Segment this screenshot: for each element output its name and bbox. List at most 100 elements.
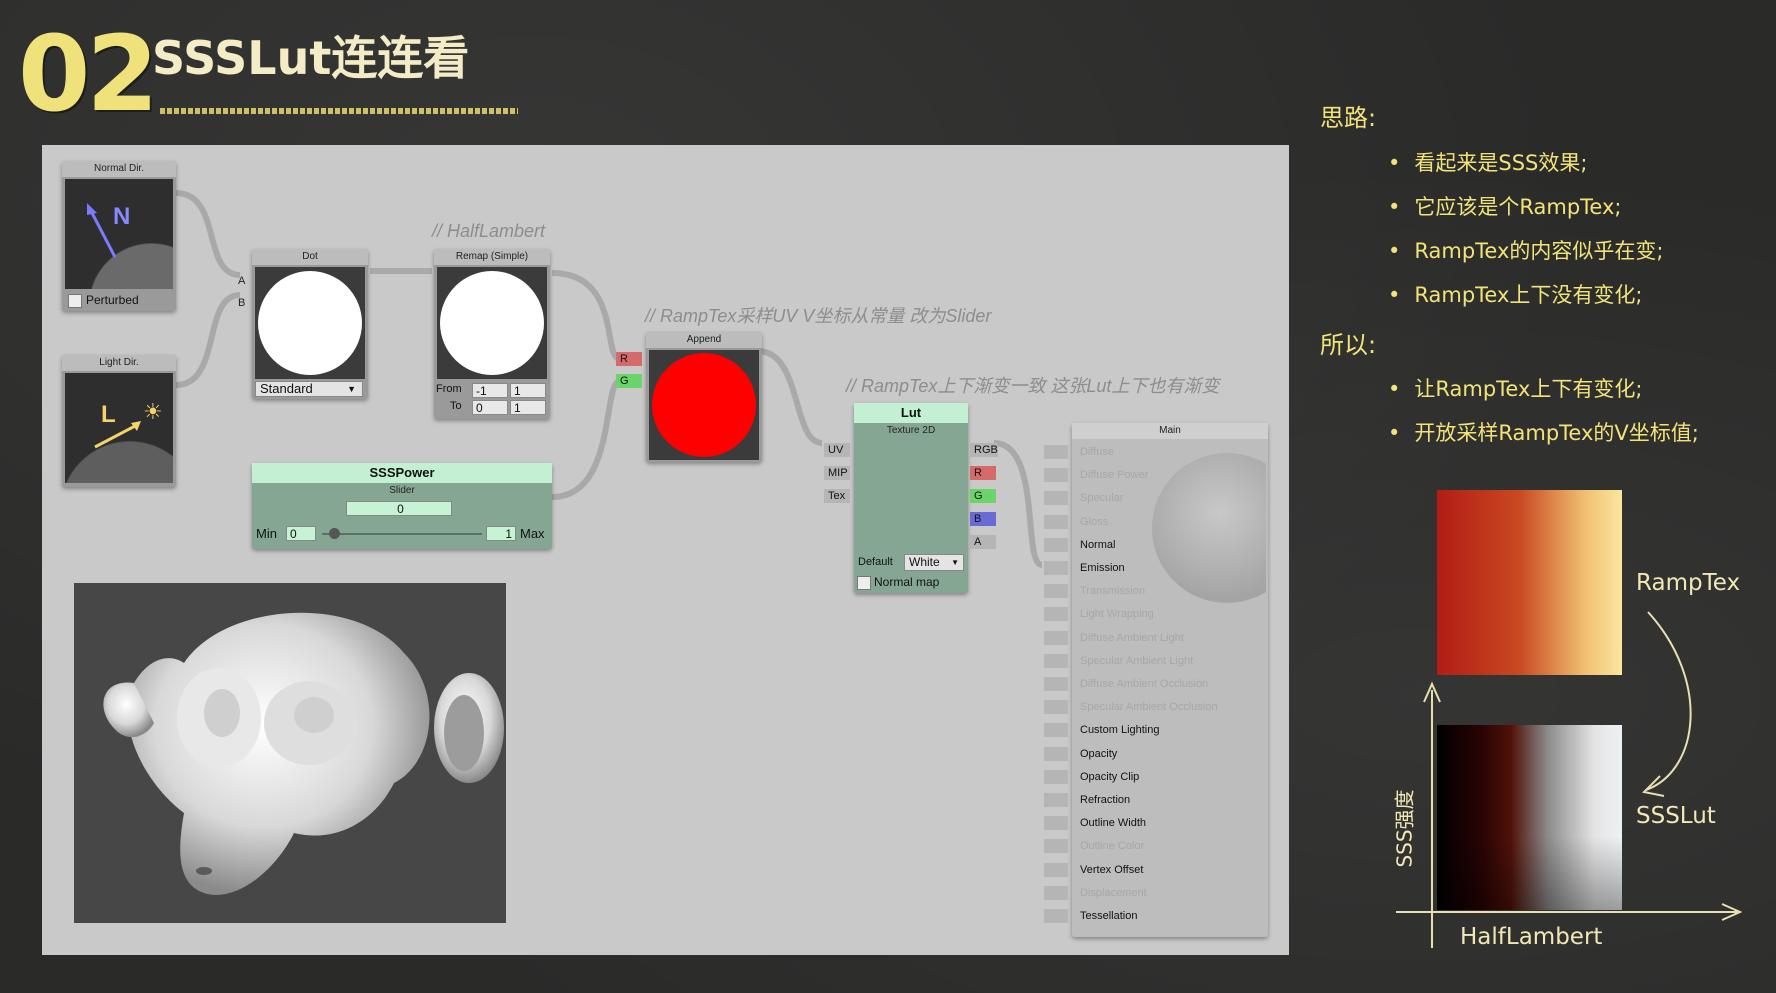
lut-default-dropdown[interactable]: White ▼ bbox=[904, 554, 964, 571]
dot-port-b[interactable]: B bbox=[238, 297, 245, 309]
input-port[interactable] bbox=[1044, 793, 1068, 807]
ssspower-slider-track[interactable] bbox=[322, 533, 482, 535]
x-axis-label: HalfLambert bbox=[1460, 924, 1603, 950]
main-input-opacity[interactable]: Opacity bbox=[1044, 743, 1268, 766]
node-title: Normal Dir. bbox=[62, 161, 176, 177]
main-input-label: Outline Width bbox=[1080, 817, 1147, 830]
main-node[interactable]: Main Diffuse Diffuse Power Specular Gloss No… bbox=[1044, 423, 1268, 937]
bullet-text: 它应该是个RampTex; bbox=[1414, 195, 1622, 219]
light-dir-node[interactable]: Light Dir. L ☀ bbox=[62, 355, 176, 487]
input-port[interactable] bbox=[1044, 909, 1068, 923]
lut-port-uv[interactable]: UV bbox=[824, 443, 850, 457]
bullet-text: 开放采样RampTex的V坐标值; bbox=[1414, 421, 1699, 445]
normal-map-checkbox[interactable] bbox=[857, 576, 871, 590]
remap-from-min[interactable]: -1 bbox=[472, 383, 508, 398]
input-port[interactable] bbox=[1044, 584, 1068, 599]
main-input-diffuse-power[interactable]: Diffuse Power bbox=[1044, 464, 1268, 487]
red-sphere bbox=[652, 353, 756, 457]
normal-dir-node[interactable]: Normal Dir. N Perturbed bbox=[62, 161, 176, 311]
input-port[interactable] bbox=[1044, 723, 1068, 738]
input-port[interactable] bbox=[1044, 839, 1068, 854]
notes-bullet: • 让RampTex上下有变化; bbox=[1388, 377, 1643, 401]
light-arrow-icon bbox=[94, 421, 141, 449]
remap-from-max[interactable]: 1 bbox=[510, 383, 546, 398]
remap-node[interactable]: Remap (Simple) From -1 1 To 0 1 bbox=[434, 249, 550, 419]
ssspower-slider-handle[interactable] bbox=[329, 528, 340, 539]
main-input-specular-ambient-occlusion[interactable]: Specular Ambient Occlusion bbox=[1044, 696, 1268, 719]
lut-out-b[interactable]: B bbox=[970, 512, 996, 526]
lut-out-g[interactable]: G bbox=[970, 489, 996, 503]
remap-to-max[interactable]: 1 bbox=[510, 400, 546, 415]
lut-node[interactable]: Lut Texture 2D UV MIP Tex RGB R G B A De… bbox=[824, 403, 998, 593]
append-node[interactable]: Append R G bbox=[616, 332, 762, 462]
node-editor-canvas[interactable]: // HalfLambert // RampTex采样UV V坐标从常量 改为S… bbox=[42, 145, 1289, 955]
main-input-transmission[interactable]: Transmission bbox=[1044, 580, 1268, 603]
append-port-g[interactable]: G bbox=[616, 374, 642, 388]
lut-port-tex[interactable]: Tex bbox=[824, 489, 850, 503]
main-input-light-wrapping[interactable]: Light Wrapping bbox=[1044, 603, 1268, 626]
perturbed-checkbox[interactable] bbox=[68, 294, 82, 308]
lut-default-label: Default bbox=[858, 556, 893, 568]
main-input-emission[interactable]: Emission bbox=[1044, 557, 1268, 580]
node-title: Main bbox=[1072, 423, 1268, 439]
input-port[interactable] bbox=[1044, 630, 1068, 645]
ssslut-vertical-fade bbox=[1437, 725, 1622, 910]
main-input-normal[interactable]: Normal bbox=[1044, 534, 1268, 557]
main-input-vertex-offset[interactable]: Vertex Offset bbox=[1044, 859, 1268, 882]
dot-node[interactable]: Dot A B Standard ▼ bbox=[238, 249, 368, 399]
input-port[interactable] bbox=[1044, 862, 1068, 877]
lut-out-r[interactable]: R bbox=[970, 466, 996, 480]
append-port-r[interactable]: R bbox=[616, 352, 642, 366]
main-input-gloss[interactable]: Gloss bbox=[1044, 511, 1268, 534]
input-port[interactable] bbox=[1044, 468, 1068, 483]
ssslut-label: SSSLut bbox=[1636, 803, 1716, 829]
dot-mode-dropdown[interactable]: Standard ▼ bbox=[255, 381, 363, 397]
main-input-opacity-clip[interactable]: Opacity Clip bbox=[1044, 766, 1268, 789]
input-port[interactable] bbox=[1044, 769, 1068, 784]
input-port[interactable] bbox=[1044, 816, 1068, 831]
main-input-displacement[interactable]: Displacement bbox=[1044, 882, 1268, 905]
main-input-label: Custom Lighting bbox=[1080, 724, 1160, 737]
input-port[interactable] bbox=[1044, 700, 1068, 715]
input-port[interactable] bbox=[1044, 885, 1068, 900]
ssspower-min-field[interactable]: 0 bbox=[286, 526, 316, 541]
bullet-text: 看起来是SSS效果; bbox=[1414, 151, 1588, 175]
main-input-specular-ambient-light[interactable]: Specular Ambient Light bbox=[1044, 650, 1268, 673]
input-port[interactable] bbox=[1044, 677, 1068, 691]
remap-to-min[interactable]: 0 bbox=[472, 400, 508, 415]
main-input-outline-color[interactable]: Outline Color bbox=[1044, 835, 1268, 858]
input-port[interactable] bbox=[1044, 445, 1068, 459]
input-port[interactable] bbox=[1044, 607, 1068, 622]
input-port[interactable] bbox=[1044, 653, 1068, 668]
ssspower-max-field[interactable]: 1 bbox=[486, 526, 516, 541]
main-input-refraction[interactable]: Refraction bbox=[1044, 789, 1268, 812]
slide-title: SSSLut连连看 bbox=[152, 31, 470, 85]
lut-out-a[interactable]: A bbox=[970, 535, 996, 549]
main-input-label: Diffuse Power bbox=[1080, 469, 1149, 482]
lut-out-rgb[interactable]: RGB bbox=[970, 443, 998, 457]
input-port[interactable] bbox=[1044, 537, 1068, 552]
main-input-label: Vertex Offset bbox=[1080, 863, 1144, 876]
ssspower-max-label: Max bbox=[520, 526, 545, 541]
white-sphere bbox=[440, 271, 544, 375]
main-input-custom-lighting[interactable]: Custom Lighting bbox=[1044, 719, 1268, 742]
main-input-label: Displacement bbox=[1080, 886, 1147, 899]
3d-preview-viewport[interactable] bbox=[74, 583, 506, 923]
main-input-label: Light Wrapping bbox=[1080, 608, 1154, 621]
input-port[interactable] bbox=[1044, 561, 1068, 575]
notes-bullet: • 它应该是个RampTex; bbox=[1388, 195, 1622, 219]
lut-port-mip[interactable]: MIP bbox=[824, 466, 850, 480]
main-input-specular[interactable]: Specular bbox=[1044, 487, 1268, 510]
ssspower-value[interactable]: 0 bbox=[346, 501, 452, 516]
main-input-diffuse-ambient-light[interactable]: Diffuse Ambient Light bbox=[1044, 627, 1268, 650]
main-input-diffuse-ambient-occlusion[interactable]: Diffuse Ambient Occlusion bbox=[1044, 673, 1268, 696]
main-input-tessellation[interactable]: Tessellation bbox=[1044, 905, 1268, 928]
ssspower-node[interactable]: SSSPower Slider 0 Min 0 1 Max bbox=[252, 463, 552, 549]
input-port[interactable] bbox=[1044, 746, 1068, 761]
main-input-outline-width[interactable]: Outline Width bbox=[1044, 812, 1268, 835]
input-port[interactable] bbox=[1044, 491, 1068, 506]
main-input-diffuse[interactable]: Diffuse bbox=[1044, 441, 1268, 464]
input-port[interactable] bbox=[1044, 514, 1068, 529]
dot-port-a[interactable]: A bbox=[238, 275, 245, 287]
perturbed-label: Perturbed bbox=[86, 293, 139, 307]
